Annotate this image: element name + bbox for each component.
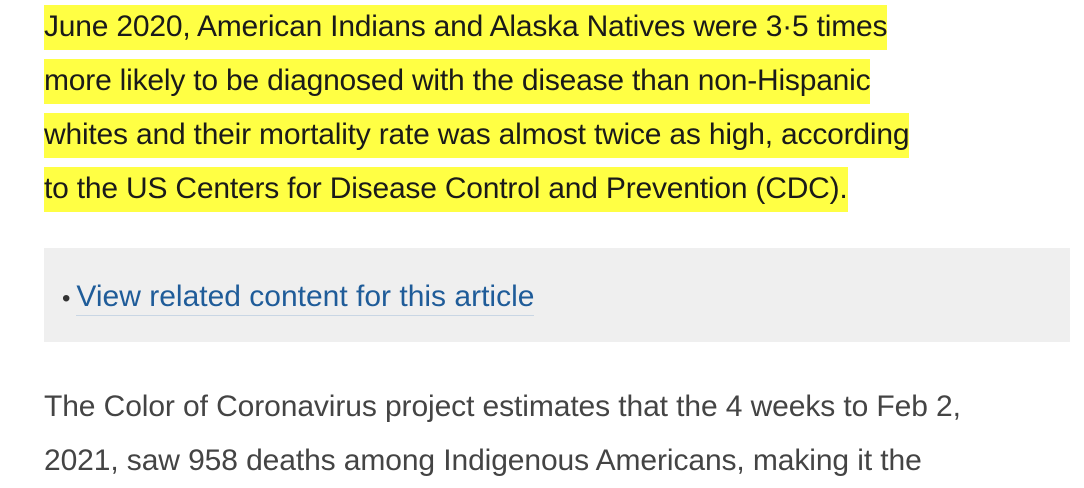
related-content-box: • View related content for this article [44, 248, 1070, 342]
highlighted-line: whites and their mortality rate was almo… [44, 108, 1054, 162]
article-paragraph: The Color of Coronavirus project estimat… [44, 380, 1074, 488]
highlighted-line: to the US Centers for Disease Control an… [44, 162, 1054, 216]
highlighted-paragraph: June 2020, American Indians and Alaska N… [44, 0, 1054, 216]
related-content-item: • View related content for this article [62, 270, 535, 324]
highlighted-line: June 2020, American Indians and Alaska N… [44, 0, 1054, 54]
bullet-icon: • [62, 285, 71, 312]
highlighted-line: more likely to be diagnosed with the dis… [44, 54, 1054, 108]
paragraph-line: The Color of Coronavirus project estimat… [44, 390, 961, 423]
highlighted-text: more likely to be diagnosed with the dis… [44, 59, 871, 104]
highlighted-text: whites and their mortality rate was almo… [44, 113, 910, 158]
highlighted-text: June 2020, American Indians and Alaska N… [44, 5, 887, 50]
highlighted-text: to the US Centers for Disease Control an… [44, 167, 848, 212]
view-related-content-link[interactable]: View related content for this article [76, 280, 535, 316]
paragraph-line: 2021, saw 958 deaths among Indigenous Am… [44, 444, 922, 477]
